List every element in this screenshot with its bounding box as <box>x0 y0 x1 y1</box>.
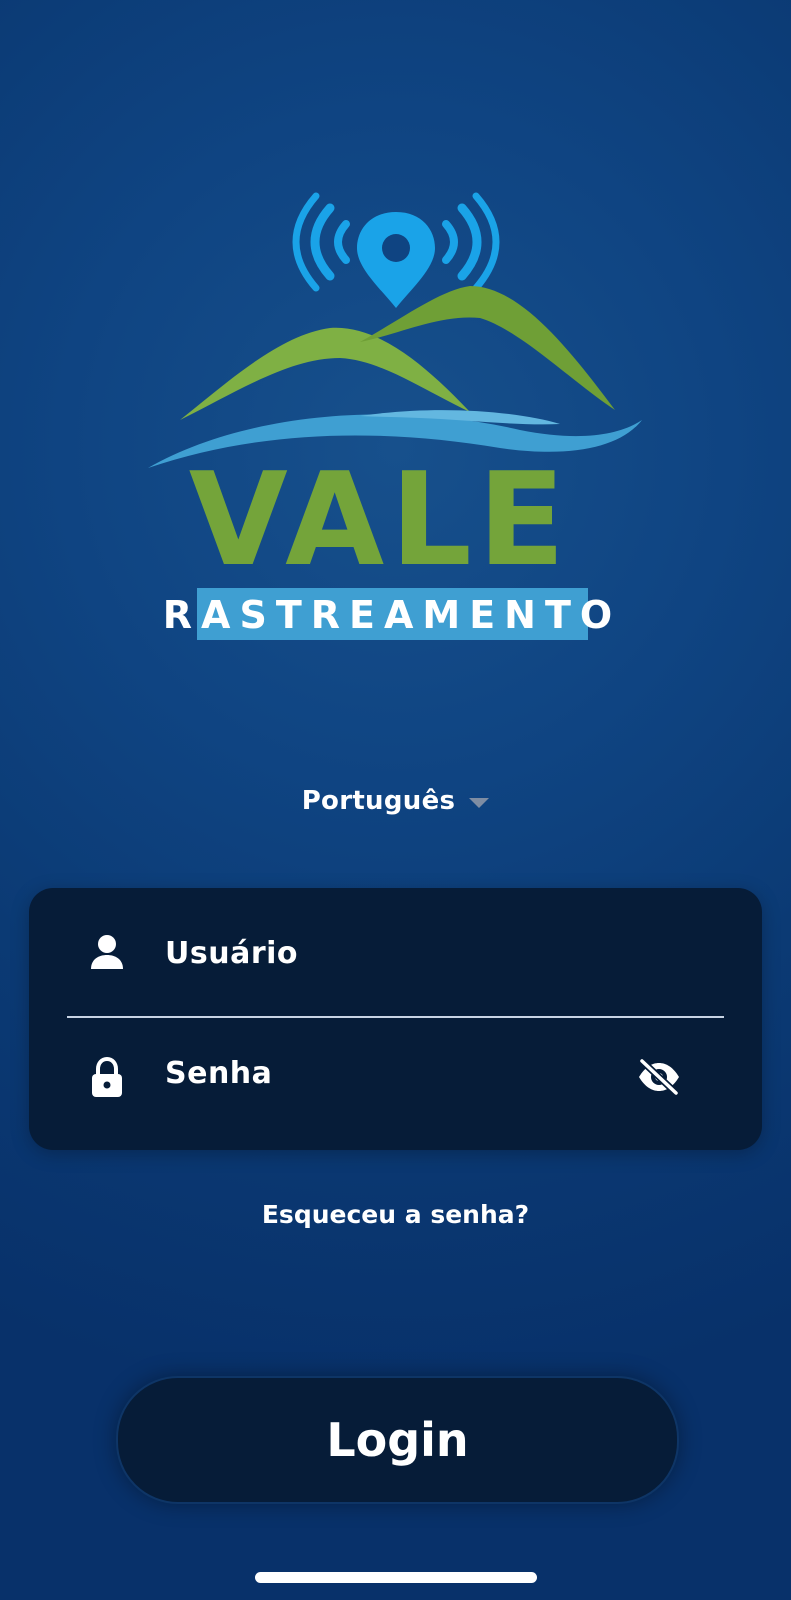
username-input[interactable] <box>163 934 627 972</box>
password-input[interactable] <box>163 1055 627 1092</box>
user-icon <box>91 935 123 969</box>
brand-name: VALE <box>189 446 571 595</box>
caret-down-icon <box>469 798 490 808</box>
language-selected-label: Português <box>301 786 456 816</box>
password-field-row <box>29 1021 762 1131</box>
eye-off-icon[interactable] <box>636 1057 682 1097</box>
username-field-row <box>29 898 762 1008</box>
location-pin-icon <box>357 212 435 308</box>
field-divider <box>67 1016 724 1018</box>
brand-logo: VALE RASTREAMENTO <box>148 192 642 640</box>
login-form-card <box>29 888 762 1150</box>
lock-icon <box>92 1056 122 1097</box>
brand-tagline: RASTREAMENTO <box>163 593 621 637</box>
home-indicator[interactable] <box>255 1572 537 1583</box>
login-button[interactable]: Login <box>116 1376 679 1504</box>
language-selector[interactable]: Português <box>0 786 791 816</box>
forgot-password-link[interactable]: Esqueceu a senha? <box>0 1200 791 1229</box>
